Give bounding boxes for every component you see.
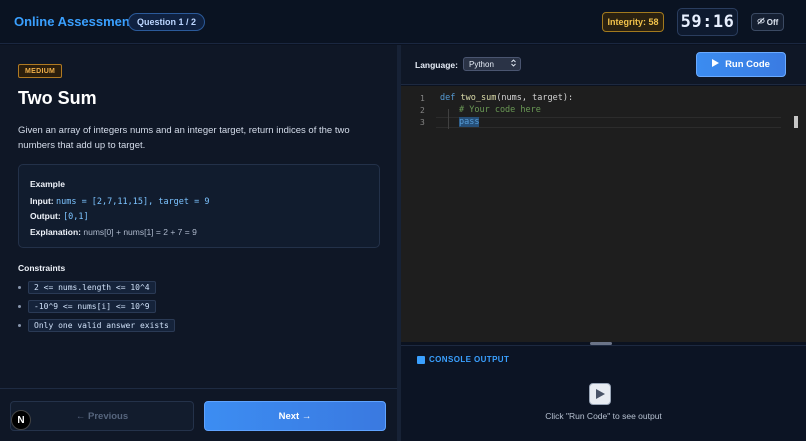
line-number: 3 <box>420 118 425 127</box>
example-input-label: Input: <box>30 196 54 206</box>
example-heading: Example <box>30 179 65 189</box>
line-number: 1 <box>420 94 425 103</box>
current-line-highlight <box>436 117 781 128</box>
console-header: CONSOLE OUTPUT <box>417 355 509 364</box>
bullet-icon <box>18 286 21 289</box>
integrity-badge: Integrity: 58 <box>602 12 664 32</box>
example-explanation-row: Explanation: nums[0] + nums[1] = 2 + 7 =… <box>30 227 197 237</box>
toggle-label: Off <box>766 17 779 27</box>
example-box: Example Input: nums = [2,7,11,15], targe… <box>18 164 380 248</box>
code-line[interactable]: # Your code here <box>459 105 541 115</box>
proctor-toggle-button[interactable]: Off <box>751 13 784 31</box>
code-keyword-selected: pass <box>459 117 480 127</box>
play-icon <box>712 59 720 70</box>
app-title: Online Assessment <box>14 14 135 29</box>
next-js-logo-icon[interactable]: N <box>11 410 31 430</box>
bullet-icon <box>18 324 21 327</box>
example-input-value: nums = [2,7,11,15], target = 9 <box>55 197 210 207</box>
code-editor[interactable]: 1 2 3 def two_sum(nums, target): # Your … <box>401 86 806 342</box>
previous-button[interactable]: ← Previous <box>10 401 194 431</box>
line-number-gutter: 1 2 3 <box>401 86 433 342</box>
example-output-label: Output: <box>30 211 61 221</box>
example-explanation-label: Explanation: <box>30 227 82 237</box>
run-code-label: Run Code <box>725 59 770 70</box>
language-selected-value: Python <box>469 59 494 69</box>
code-function-name: two_sum <box>460 93 497 103</box>
constraint-text: 2 <= nums.length <= 10^4 <box>28 281 156 294</box>
constraint-item: -10^9 <= nums[i] <= 10^9 <box>18 300 156 313</box>
constraint-item: 2 <= nums.length <= 10^4 <box>18 281 156 294</box>
constraint-text: -10^9 <= nums[i] <= 10^9 <box>28 300 156 313</box>
select-arrows-icon <box>511 59 516 69</box>
indent-guide <box>448 109 449 129</box>
problem-description: Given an array of integers nums and an i… <box>18 125 350 151</box>
console-hint: Click "Run Code" to see output <box>545 411 662 421</box>
code-comment: # Your code here <box>459 105 541 115</box>
difficulty-badge: MEDIUM <box>18 64 63 78</box>
console-icon <box>417 355 425 364</box>
countdown-timer: 59:16 <box>677 8 738 36</box>
code-line[interactable]: def two_sum(nums, target): <box>440 93 573 103</box>
code-params: (nums, target): <box>496 93 574 103</box>
top-header: Online Assessment Question 1 / 2 Integri… <box>0 0 806 44</box>
problem-pane: MEDIUM Two Sum Given an array of integer… <box>0 45 397 388</box>
next-button[interactable]: Next → <box>204 401 386 431</box>
code-keyword: def <box>440 93 461 103</box>
console-panel: CONSOLE OUTPUT Click "Run Code" to see o… <box>401 345 806 441</box>
constraint-item: Only one valid answer exists <box>18 319 175 332</box>
code-line[interactable]: pass <box>459 117 480 127</box>
constraint-text: Only one valid answer exists <box>28 319 175 332</box>
language-label: Language: <box>415 60 458 70</box>
scrollbar-thumb[interactable] <box>794 116 798 128</box>
line-number: 2 <box>420 106 425 115</box>
question-indicator: Question 1 / 2 <box>128 13 206 31</box>
constraints-heading: Constraints <box>18 263 66 273</box>
example-output-row: Output: [0,1] <box>30 211 89 222</box>
console-title: CONSOLE OUTPUT <box>429 355 510 364</box>
question-navigation: ← Previous Next → <box>0 388 397 441</box>
bullet-icon <box>18 305 21 308</box>
example-input-row: Input: nums = [2,7,11,15], target = 9 <box>30 196 210 207</box>
run-code-button[interactable]: Run Code <box>696 52 786 77</box>
play-button-icon <box>589 383 611 405</box>
example-output-value: [0,1] <box>63 212 89 222</box>
example-explanation-value: nums[0] + nums[1] = 2 + 7 = 9 <box>83 227 197 237</box>
eye-off-icon <box>757 17 765 27</box>
language-select[interactable]: Python <box>463 57 521 71</box>
problem-title: Two Sum <box>18 88 97 108</box>
editor-toolbar: Language: Python Run Code <box>401 45 806 85</box>
